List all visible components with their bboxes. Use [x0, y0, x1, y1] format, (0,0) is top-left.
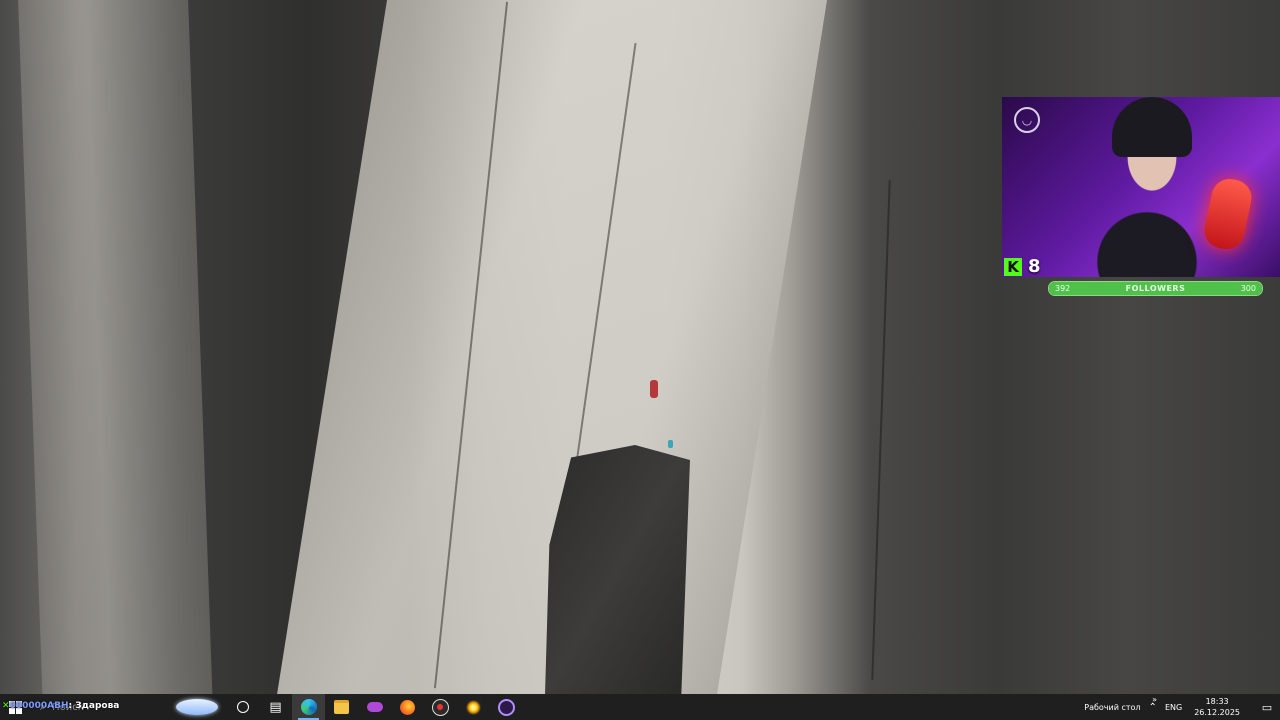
webcam-overlay: ◡ [1002, 97, 1280, 277]
kick-logo-icon: K [1004, 257, 1022, 276]
notifications-icon[interactable]: ▭ [1254, 701, 1280, 714]
burst-app-icon[interactable] [457, 694, 490, 720]
task-view-icon[interactable]: ▤ [259, 694, 292, 720]
boulder [545, 445, 690, 694]
ring-app-icon[interactable] [490, 694, 523, 720]
ticker-separator: : [68, 701, 73, 711]
clock-date: 26.12.2025 [1194, 708, 1240, 717]
ticker-prefix: ✕ [2, 701, 10, 711]
rock-crack [871, 180, 891, 680]
belayer-figure [668, 440, 673, 448]
chat-ticker: ✕000000АВН: Здарова [2, 701, 119, 711]
followers-target: 300 [1240, 284, 1256, 293]
ticker-username: 000000АВН [9, 701, 69, 711]
viewer-count: 8 [1028, 256, 1041, 277]
climber-figure [650, 380, 658, 398]
taskbar-apps: ▤ [226, 694, 523, 720]
ticker-message: Здарова [75, 701, 120, 711]
language-indicator[interactable]: ENG [1165, 703, 1182, 712]
obs-icon[interactable] [424, 694, 457, 720]
followers-label: FOLLOWERS [1125, 284, 1186, 293]
rock-face-left [17, 0, 213, 694]
clock[interactable]: 18:33 26.12.2025 [1194, 696, 1240, 718]
cortana-icon[interactable] [226, 694, 259, 720]
followers-goal-bar: 392 FOLLOWERS 300 [1048, 281, 1263, 296]
viewer-count-badge: K 8 [1004, 256, 1041, 277]
desktop-toolbar-label[interactable]: Рабочий стол [1084, 703, 1140, 712]
edge-icon[interactable] [292, 694, 325, 720]
show-hidden-icons-icon[interactable]: ⌃ [1149, 702, 1157, 713]
taskbar: ⌕ Поиск ✕000000АВН: Здарова ▤ » Рабочий … [0, 694, 1280, 720]
broadcast-logo-icon: ◡ [1014, 107, 1040, 133]
system-tray: Рабочий стол ⌃ ENG 18:33 26.12.2025 ▭ [1084, 694, 1280, 720]
file-explorer-icon[interactable] [325, 694, 358, 720]
mask-app-icon[interactable] [358, 694, 391, 720]
clock-time: 18:33 [1205, 697, 1229, 706]
firefox-icon[interactable] [391, 694, 424, 720]
weather-cloud-icon[interactable] [174, 694, 220, 720]
